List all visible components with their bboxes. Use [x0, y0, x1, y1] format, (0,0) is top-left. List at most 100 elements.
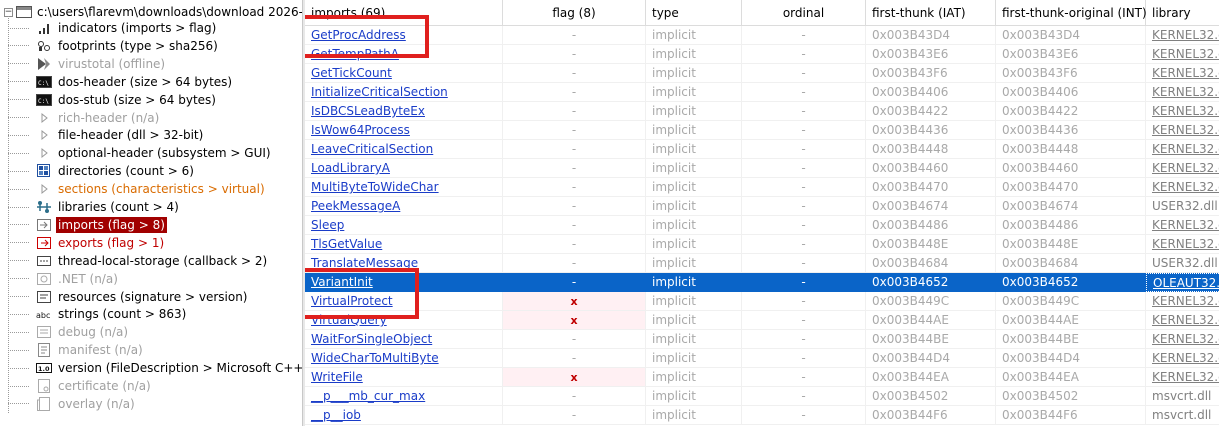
import-name-link-text[interactable]: VirtualQuery: [311, 313, 387, 327]
tree-item-libraries[interactable]: libraries (count > 4): [8, 198, 181, 216]
library-cell-text[interactable]: KERNEL32.dll: [1152, 237, 1219, 251]
header-ordinal[interactable]: ordinal: [742, 0, 866, 26]
import-name-link[interactable]: GetProcAddress: [305, 26, 503, 45]
import-name-link-text[interactable]: LeaveCriticalSection: [311, 142, 433, 156]
table-row[interactable]: GetProcAddress - implicit - 0x003B43D4 0x003B…: [305, 26, 1219, 45]
import-name-link[interactable]: WriteFile: [305, 368, 503, 387]
library-cell[interactable]: KERNEL32.dll: [1146, 121, 1219, 140]
import-name-link[interactable]: PeekMessageA: [305, 197, 503, 216]
tree-item-footprints[interactable]: footprints (type > sha256): [8, 37, 220, 55]
import-name-link-text[interactable]: TlsGetValue: [311, 237, 382, 251]
table-row[interactable]: IsWow64Process - implicit - 0x003B4436 0x003B…: [305, 121, 1219, 140]
import-name-link[interactable]: IsDBCSLeadByteEx: [305, 102, 503, 121]
import-name-link-text[interactable]: IsDBCSLeadByteEx: [311, 104, 425, 118]
header-first-thunk-original[interactable]: first-thunk-original (INT): [996, 0, 1147, 26]
table-row[interactable]: Sleep - implicit - 0x003B4486 0x003B4486 KERNE…: [305, 216, 1219, 235]
tree-item-strings[interactable]: abc strings (count > 863): [8, 305, 188, 323]
import-name-link-text[interactable]: WideCharToMultiByte: [311, 351, 439, 365]
header-first-thunk[interactable]: first-thunk (IAT): [866, 0, 996, 26]
header-imports[interactable]: imports (69): [305, 0, 503, 26]
library-cell[interactable]: KERNEL32.dll: [1146, 311, 1219, 330]
table-row[interactable]: VirtualProtect x implicit - 0x003B449C 0x003B…: [305, 292, 1219, 311]
import-name-link[interactable]: VirtualQuery: [305, 311, 503, 330]
tree-item-net[interactable]: .NET (n/a): [8, 270, 120, 288]
import-name-link[interactable]: __p___mb_cur_max: [305, 387, 503, 406]
import-name-link-text[interactable]: GetTickCount: [311, 66, 392, 80]
table-row[interactable]: LeaveCriticalSection - implicit - 0x003B4448…: [305, 140, 1219, 159]
library-cell-text[interactable]: KERNEL32.dll: [1152, 180, 1219, 194]
library-cell[interactable]: KERNEL32.dll: [1146, 64, 1219, 83]
import-name-link-text[interactable]: GetTempPathA: [311, 47, 399, 61]
table-row[interactable]: MultiByteToWideChar - implicit - 0x003B4470 0…: [305, 178, 1219, 197]
import-name-link-text[interactable]: InitializeCriticalSection: [311, 85, 448, 99]
library-cell[interactable]: OLEAUT32.dll: [1146, 273, 1219, 292]
import-name-link[interactable]: LeaveCriticalSection: [305, 140, 503, 159]
header-flag[interactable]: flag (8): [503, 0, 646, 26]
table-row[interactable]: GetTempPathA - implicit - 0x003B43E6 0x003B43…: [305, 45, 1219, 64]
import-name-link[interactable]: GetTempPathA: [305, 45, 503, 64]
library-cell-text[interactable]: KERNEL32.dll: [1152, 104, 1219, 118]
tree-item-certificate[interactable]: certificate (n/a): [8, 377, 153, 395]
table-row[interactable]: IsDBCSLeadByteEx - implicit - 0x003B4422 0x00…: [305, 102, 1219, 121]
tree-pane[interactable]: − c:\users\flarevm\downloads\download 20…: [0, 0, 302, 426]
library-cell-text[interactable]: KERNEL32.dll: [1152, 218, 1219, 232]
tree-item-optional-header[interactable]: optional-header (subsystem > GUI): [8, 144, 273, 162]
tree-item-imports[interactable]: imports (flag > 8): [8, 216, 167, 234]
import-name-link[interactable]: Sleep: [305, 216, 503, 235]
tree-item-directories[interactable]: directories (count > 6): [8, 162, 196, 180]
import-name-link-text[interactable]: __p___mb_cur_max: [311, 389, 425, 403]
tree-item-rich-header[interactable]: rich-header (n/a): [8, 109, 161, 127]
table-row[interactable]: WideCharToMultiByte - implicit - 0x003B44D4 0…: [305, 349, 1219, 368]
tree-item-file-header[interactable]: file-header (dll > 32-bit): [8, 126, 205, 144]
import-name-link-text[interactable]: IsWow64Process: [311, 123, 410, 137]
import-name-link[interactable]: GetTickCount: [305, 64, 503, 83]
import-name-link-text[interactable]: WriteFile: [311, 370, 363, 384]
library-cell[interactable]: KERNEL32.dll: [1146, 102, 1219, 121]
library-cell[interactable]: KERNEL32.dll: [1146, 45, 1219, 64]
tree-item-indicators[interactable]: indicators (imports > flag): [8, 19, 218, 37]
import-name-link[interactable]: WaitForSingleObject: [305, 330, 503, 349]
table-row[interactable]: __p__iob - implicit - 0x003B44F6 0x003B44F6 ms…: [305, 406, 1219, 425]
library-cell-text[interactable]: KERNEL32.dll: [1152, 85, 1219, 99]
import-name-link[interactable]: LoadLibraryA: [305, 159, 503, 178]
import-name-link-text[interactable]: VariantInit: [311, 275, 373, 289]
tree-item-sections[interactable]: sections (characteristics > virtual): [8, 180, 267, 198]
table-row[interactable]: VirtualQuery x implicit - 0x003B44AE 0x003B44…: [305, 311, 1219, 330]
tree-root[interactable]: − c:\users\flarevm\downloads\download 20…: [4, 4, 302, 20]
library-cell[interactable]: KERNEL32.dll: [1146, 216, 1219, 235]
library-cell[interactable]: KERNEL32.dll: [1146, 140, 1219, 159]
table-row[interactable]: LoadLibraryA - implicit - 0x003B4460 0x003B44…: [305, 159, 1219, 178]
tree-item-thread-local-storage[interactable]: thread-local-storage (callback > 2): [8, 252, 269, 270]
table-row[interactable]: VariantInit - implicit - 0x003B4652 0x003B465…: [305, 273, 1219, 292]
library-cell-text[interactable]: KERNEL32.dll: [1152, 370, 1219, 384]
import-name-link[interactable]: WideCharToMultiByte: [305, 349, 503, 368]
import-name-link[interactable]: InitializeCriticalSection: [305, 83, 503, 102]
library-cell-text[interactable]: KERNEL32.dll: [1152, 294, 1219, 308]
library-cell[interactable]: KERNEL32.dll: [1146, 26, 1219, 45]
tree-item-debug[interactable]: debug (n/a): [8, 323, 130, 341]
table-row[interactable]: TlsGetValue - implicit - 0x003B448E 0x003B448…: [305, 235, 1219, 254]
library-cell-text[interactable]: KERNEL32.dll: [1152, 28, 1219, 42]
library-cell-text[interactable]: KERNEL32.dll: [1152, 313, 1219, 327]
import-name-link[interactable]: VirtualProtect: [305, 292, 503, 311]
library-cell-text[interactable]: KERNEL32.dll: [1152, 161, 1219, 175]
import-name-link-text[interactable]: WaitForSingleObject: [311, 332, 432, 346]
library-cell[interactable]: KERNEL32.dll: [1146, 292, 1219, 311]
table-row[interactable]: WaitForSingleObject - implicit - 0x003B44BE 0…: [305, 330, 1219, 349]
import-name-link-text[interactable]: Sleep: [311, 218, 344, 232]
import-name-link-text[interactable]: LoadLibraryA: [311, 161, 390, 175]
imports-grid[interactable]: imports (69) flag (8) type ordinal first…: [305, 0, 1219, 426]
library-cell-text[interactable]: KERNEL32.dll: [1152, 123, 1219, 137]
header-type[interactable]: type: [646, 0, 742, 26]
library-cell[interactable]: KERNEL32.dll: [1146, 178, 1219, 197]
tree-item-version[interactable]: 1.0 version (FileDescription > Microsoft …: [8, 359, 302, 377]
import-name-link-text[interactable]: __p__iob: [311, 408, 361, 422]
table-row[interactable]: __p___mb_cur_max - implicit - 0x003B4502 0x00…: [305, 387, 1219, 406]
library-cell-text[interactable]: OLEAUT32.dll: [1153, 276, 1219, 290]
table-row[interactable]: TranslateMessage - implicit - 0x003B4684 0x00…: [305, 254, 1219, 273]
library-cell[interactable]: KERNEL32.dll: [1146, 349, 1219, 368]
tree-item-exports[interactable]: exports (flag > 1): [8, 234, 166, 252]
table-row[interactable]: GetTickCount - implicit - 0x003B43F6 0x003B43…: [305, 64, 1219, 83]
import-name-link[interactable]: VariantInit: [305, 273, 503, 292]
tree-item-resources[interactable]: resources (signature > version): [8, 288, 250, 306]
